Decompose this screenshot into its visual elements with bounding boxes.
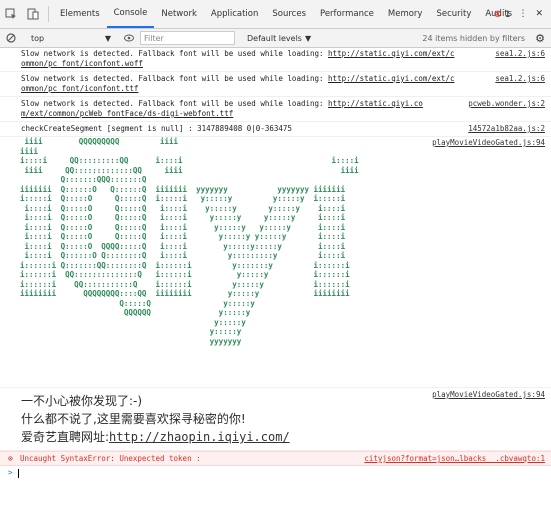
ascii-art-logo: iiii QQQQQQQQQ iiii iiii i::::i QQ::::::…	[20, 137, 359, 346]
message-text: Slow network is detected. Fallback font …	[21, 74, 329, 83]
console-message: Slow network is detected. Fallback font …	[0, 72, 551, 97]
context-label: top	[31, 33, 45, 43]
console-prompt[interactable]: >	[0, 466, 551, 479]
message-url[interactable]: http://static.qiyi.com/ext/c	[328, 49, 454, 58]
text-caret	[17, 468, 19, 478]
tab-memory[interactable]: Memory	[381, 0, 430, 28]
tab-application[interactable]: Application	[204, 0, 266, 28]
error-icon: ⊗	[493, 8, 502, 20]
tab-network[interactable]: Network	[154, 0, 204, 28]
easter-egg-line-3: 爱奇艺直聘网址:http://zhaopin.iqiyi.com/	[21, 428, 551, 446]
console-output: Slow network is detected. Fallback font …	[0, 47, 551, 529]
device-toggle-icon[interactable]	[22, 0, 44, 28]
gear-icon[interactable]: ⚙	[535, 32, 545, 45]
error-count: 1	[504, 9, 511, 20]
hidden-items-count: 24 items hidden by filters	[422, 34, 525, 43]
more-icon[interactable]: ⋮	[518, 9, 527, 19]
clear-console-icon[interactable]	[0, 33, 22, 43]
easter-egg-line-2: 什么都不说了,这里需要喜欢探寻秘密的你!	[21, 412, 246, 426]
tab-performance[interactable]: Performance	[313, 0, 381, 28]
eye-icon[interactable]	[124, 34, 134, 42]
recruit-link[interactable]: http://zhaopin.iqiyi.com/	[109, 430, 290, 444]
message-text: Slow network is detected. Fallback font …	[21, 99, 329, 108]
tab-security[interactable]: Security	[429, 0, 478, 28]
easter-egg-message: playMovieVideoGated.js:94 一不小心被你发现了:-) 什…	[0, 388, 551, 451]
chevron-down-icon: ▼	[104, 33, 111, 43]
devtools-tabbar: Elements Console Network Application Sou…	[0, 0, 551, 29]
error-message: ⊗ Uncaught SyntaxError: Unexpected token…	[0, 451, 551, 466]
error-icon: ⊗	[8, 454, 13, 463]
tabbar-right-controls: ⊗ 1 ⋮ ✕	[493, 0, 551, 28]
tab-sources[interactable]: Sources	[265, 0, 313, 28]
tab-elements[interactable]: Elements	[53, 0, 107, 28]
chevron-down-icon: ▼	[304, 33, 312, 43]
error-counter[interactable]: ⊗ 1	[493, 9, 510, 20]
hidden-count-label: 24 items hidden by filters	[422, 33, 525, 43]
message-url-cont[interactable]: ommon/pc_font/iconfont.ttf	[21, 84, 138, 93]
message-source-link[interactable]: pcweb.wonder.js:2	[464, 99, 545, 109]
message-source-link[interactable]: sea1.2.js:6	[491, 49, 545, 59]
tabbar-divider	[48, 6, 49, 22]
message-source-link[interactable]: 14572a1b82aa.js:2	[464, 124, 545, 134]
message-url-cont[interactable]: m/ext/common/pcWeb_fontFace/ds-digi-webf…	[21, 109, 233, 118]
message-text: Slow network is detected. Fallback font …	[21, 49, 329, 58]
message-source-link[interactable]: playMovieVideoGated.js:94	[432, 390, 545, 399]
message-source-link[interactable]: sea1.2.js:6	[491, 74, 545, 84]
error-source-link[interactable]: cityjson?format=json…lbacks__.cbvawqto:1	[364, 453, 545, 464]
ascii-art-message: playMovieVideoGated.js:94 iiii QQQQQQQQQ…	[0, 137, 551, 388]
levels-label: Default levels	[247, 33, 302, 43]
message-text: checkCreateSegment [segment is null] : 3…	[21, 124, 292, 133]
inspect-icon[interactable]	[0, 0, 22, 28]
message-source-link[interactable]: playMovieVideoGated.js:94	[432, 138, 545, 147]
console-toolbar: top ▼ Filter Default levels ▼ 24 items h…	[0, 29, 551, 48]
message-url[interactable]: http://static.qiyi.co	[328, 99, 423, 108]
recruit-label: 爱奇艺直聘网址:	[21, 430, 110, 444]
console-message: checkCreateSegment [segment is null] : 3…	[0, 122, 551, 137]
close-icon[interactable]: ✕	[535, 9, 543, 19]
prompt-chevron-icon: >	[8, 468, 13, 477]
filter-input[interactable]: Filter	[140, 31, 235, 45]
error-text: Uncaught SyntaxError: Unexpected token :	[20, 454, 201, 463]
message-url-cont[interactable]: ommon/pc_font/iconfont.woff	[21, 59, 143, 68]
filter-placeholder: Filter	[144, 33, 164, 43]
message-url[interactable]: http://static.qiyi.com/ext/c	[328, 74, 454, 83]
console-message: Slow network is detected. Fallback font …	[0, 97, 551, 122]
console-message: Slow network is detected. Fallback font …	[0, 47, 551, 72]
tab-console[interactable]: Console	[106, 0, 155, 28]
levels-dropdown[interactable]: Default levels ▼	[247, 34, 311, 43]
context-selector[interactable]: top ▼	[31, 34, 115, 43]
